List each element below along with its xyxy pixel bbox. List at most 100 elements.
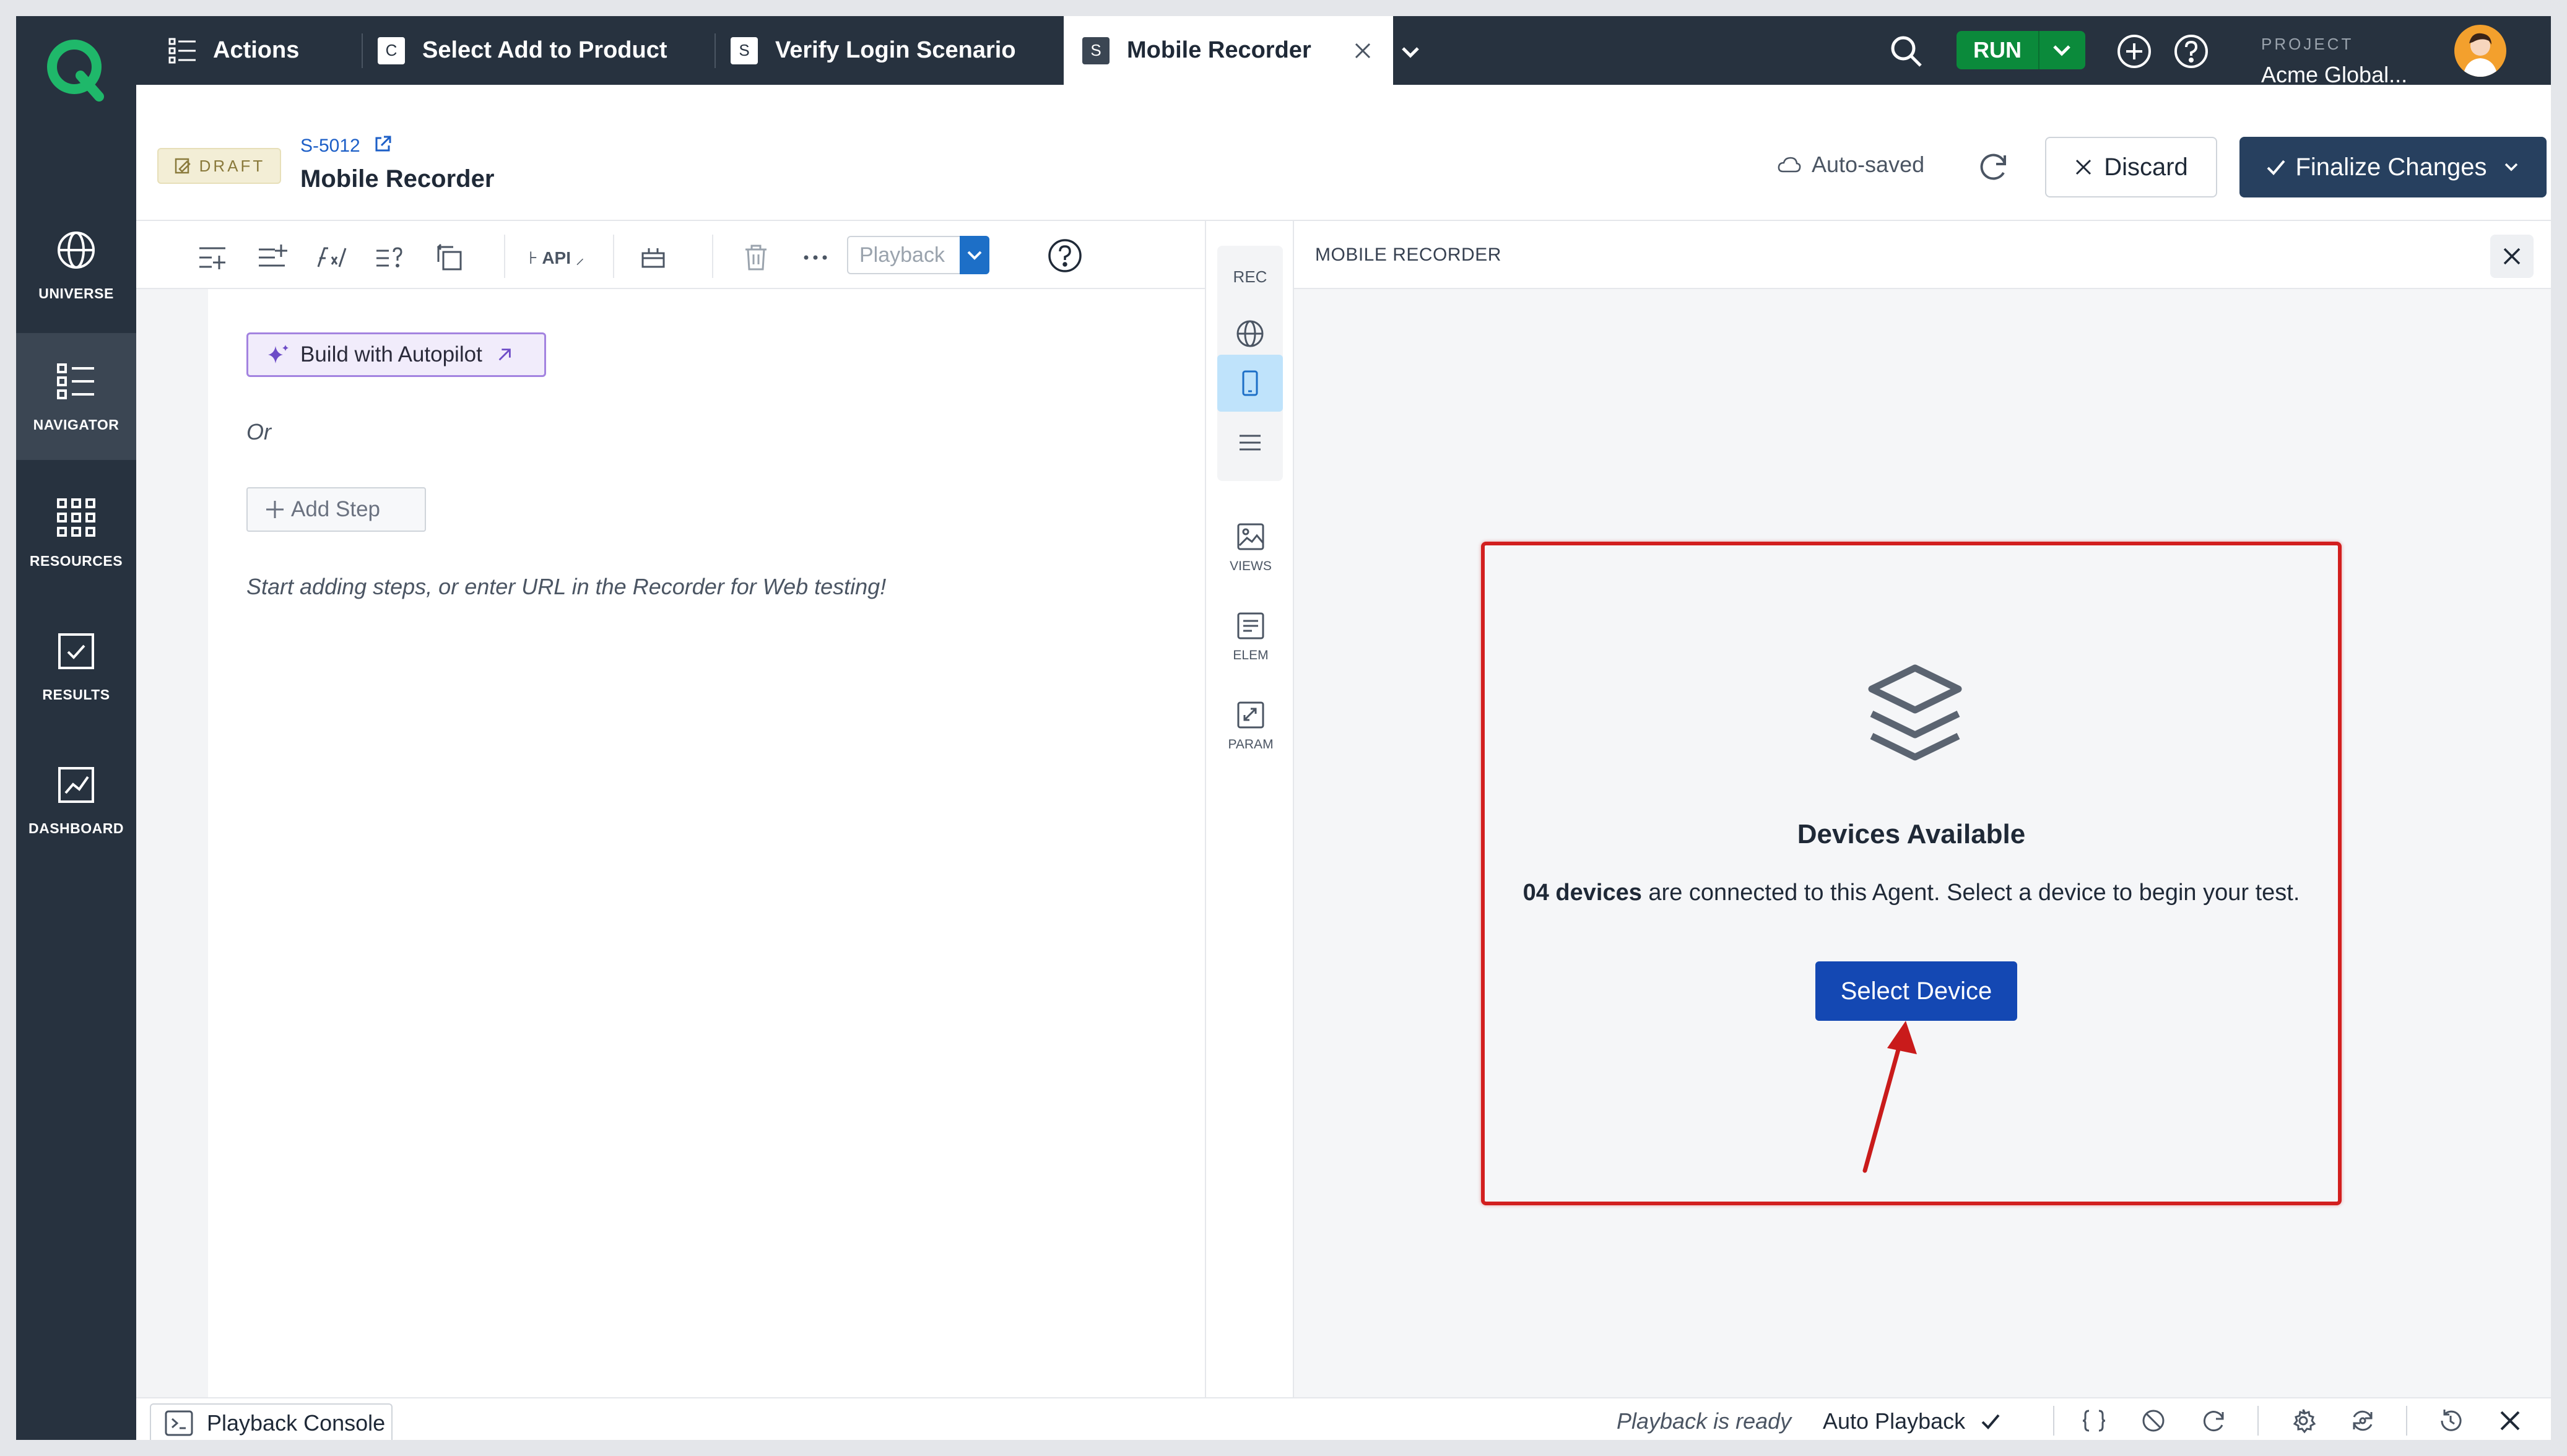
chevron-down-icon[interactable] (2049, 38, 2074, 63)
disable-icon[interactable] (2140, 1407, 2167, 1434)
script-id-link[interactable]: S-5012 (300, 134, 393, 157)
page-title: Mobile Recorder (300, 165, 495, 193)
playback-console-tab[interactable]: Playback Console (150, 1403, 393, 1440)
settings-icon[interactable] (2290, 1407, 2317, 1434)
help-icon[interactable] (2173, 33, 2209, 69)
history-icon[interactable] (2437, 1407, 2464, 1434)
insert-step-icon[interactable] (197, 242, 228, 273)
close-icon[interactable] (1353, 41, 1372, 60)
parameters-button[interactable]: PARAM (1206, 699, 1295, 752)
nav-item-navigator[interactable]: NAVIGATOR (16, 333, 136, 460)
elements-button[interactable]: ELEM (1206, 610, 1295, 663)
user-avatar-icon (2463, 33, 2498, 77)
status-divider (2406, 1406, 2407, 1436)
build-with-autopilot-button[interactable]: Build with Autopilot (246, 332, 546, 377)
search-icon[interactable] (1888, 33, 1924, 69)
tab-divider (715, 33, 716, 68)
mobile-recorder-button[interactable] (1217, 355, 1283, 412)
top-bar: Actions C Select Add to Product S Verify… (136, 16, 2551, 88)
nav-label: UNIVERSE (38, 285, 114, 301)
checkbox-icon (58, 633, 94, 669)
refresh-icon[interactable] (2200, 1407, 2228, 1434)
playback-select[interactable]: Playback (847, 236, 989, 274)
chevron-down-icon (967, 251, 982, 260)
nav-item-universe[interactable]: UNIVERSE (16, 202, 136, 329)
add-row-icon[interactable] (256, 242, 287, 273)
rec-button[interactable]: REC (1217, 248, 1283, 305)
status-divider (2053, 1406, 2054, 1436)
gift-icon[interactable] (638, 242, 669, 273)
recorder-rail: REC VIEWS ELEM PARAM (1205, 221, 1294, 1397)
rec-label: REC (1233, 267, 1267, 286)
run-label: RUN (1973, 37, 2022, 63)
tab-actions[interactable]: Actions (167, 16, 353, 85)
card-description: 04 devices are connected to this Agent. … (1485, 880, 2338, 906)
finalize-changes-button[interactable]: Finalize Changes (2239, 137, 2547, 197)
editor-toolbar: ⊦ API ⸝ Playback (136, 221, 1205, 289)
step-editor: ⊦ API ⸝ Playback Build with Autopilot Or… (136, 221, 1205, 1397)
app-window: UNIVERSE NAVIGATOR RESOURCES RESULTS DAS… (16, 16, 2551, 1440)
image-icon (1237, 523, 1264, 550)
sync-icon[interactable] (2349, 1407, 2376, 1434)
add-step-button[interactable]: Add Step (246, 487, 426, 532)
refresh-icon[interactable] (1976, 149, 2011, 184)
nav-item-dashboard[interactable]: DASHBOARD (16, 737, 136, 864)
close-recorder-button[interactable] (2490, 235, 2534, 278)
tab-type-badge: C (378, 37, 405, 64)
tab-type-badge: S (1082, 37, 1110, 64)
help-icon[interactable] (1046, 237, 1084, 274)
chevron-down-icon[interactable] (1398, 40, 1423, 64)
recorder-title: MOBILE RECORDER (1315, 245, 1501, 265)
toolbar-divider (613, 235, 614, 278)
tab-verify-login-scenario[interactable]: S Verify Login Scenario (731, 16, 1053, 85)
nav-label: NAVIGATOR (33, 417, 119, 433)
api-button[interactable]: ⊦ API ⸝ (529, 246, 584, 269)
grid-icon (57, 498, 95, 537)
globe-icon (58, 232, 95, 269)
run-button[interactable]: RUN (1957, 31, 2085, 69)
menu-icon (1240, 435, 1261, 451)
select-device-label: Select Device (1840, 977, 1992, 1005)
nav-item-results[interactable]: RESULTS (16, 603, 136, 730)
finalize-label: Finalize Changes (2295, 153, 2487, 181)
tab-label: Verify Login Scenario (775, 37, 1016, 63)
discard-button[interactable]: Discard (2045, 137, 2217, 197)
formula-icon[interactable] (316, 242, 347, 273)
code-braces-icon[interactable] (2080, 1407, 2108, 1434)
check-icon (2267, 160, 2285, 175)
add-icon[interactable] (2116, 33, 2152, 69)
device-count: 04 devices (1522, 880, 1642, 906)
tab-divider (362, 33, 363, 68)
tab-label: Mobile Recorder (1127, 37, 1311, 63)
copy-icon[interactable] (433, 242, 464, 273)
tab-mobile-recorder[interactable]: S Mobile Recorder (1064, 16, 1393, 85)
layers-icon (1868, 664, 1962, 761)
web-recorder-button[interactable] (1217, 305, 1283, 362)
close-icon[interactable] (2496, 1407, 2524, 1434)
nav-label: DASHBOARD (28, 820, 124, 836)
list-icon (57, 363, 94, 399)
select-device-button[interactable]: Select Device (1815, 961, 2017, 1021)
auto-playback-toggle[interactable]: Auto Playback (1823, 1408, 2001, 1434)
arrow-up-right-icon (498, 349, 511, 361)
tab-label: Select Add to Product (422, 37, 667, 63)
menu-button[interactable] (1217, 414, 1283, 471)
more-icon[interactable] (800, 242, 831, 273)
mobile-icon (1242, 370, 1258, 396)
tab-select-add-to-product[interactable]: C Select Add to Product (378, 16, 724, 85)
discard-label: Discard (2104, 153, 2188, 181)
nav-label: RESULTS (42, 687, 110, 703)
delete-icon[interactable] (741, 242, 771, 273)
views-button[interactable]: VIEWS (1206, 521, 1295, 574)
playback-dropdown-toggle[interactable] (960, 236, 989, 274)
avatar[interactable] (2454, 25, 2506, 77)
tab-label: Actions (213, 37, 300, 63)
toolbar-divider (504, 235, 505, 278)
elem-label: ELEM (1233, 648, 1269, 662)
condition-icon[interactable] (374, 242, 405, 273)
project-selector[interactable]: Acme Global... (2261, 62, 2407, 88)
status-badge-label: DRAFT (199, 156, 266, 175)
app-logo-icon[interactable] (42, 35, 110, 103)
nav-item-resources[interactable]: RESOURCES (16, 469, 136, 596)
devices-available-card: Devices Available 04 devices are connect… (1481, 542, 2342, 1205)
